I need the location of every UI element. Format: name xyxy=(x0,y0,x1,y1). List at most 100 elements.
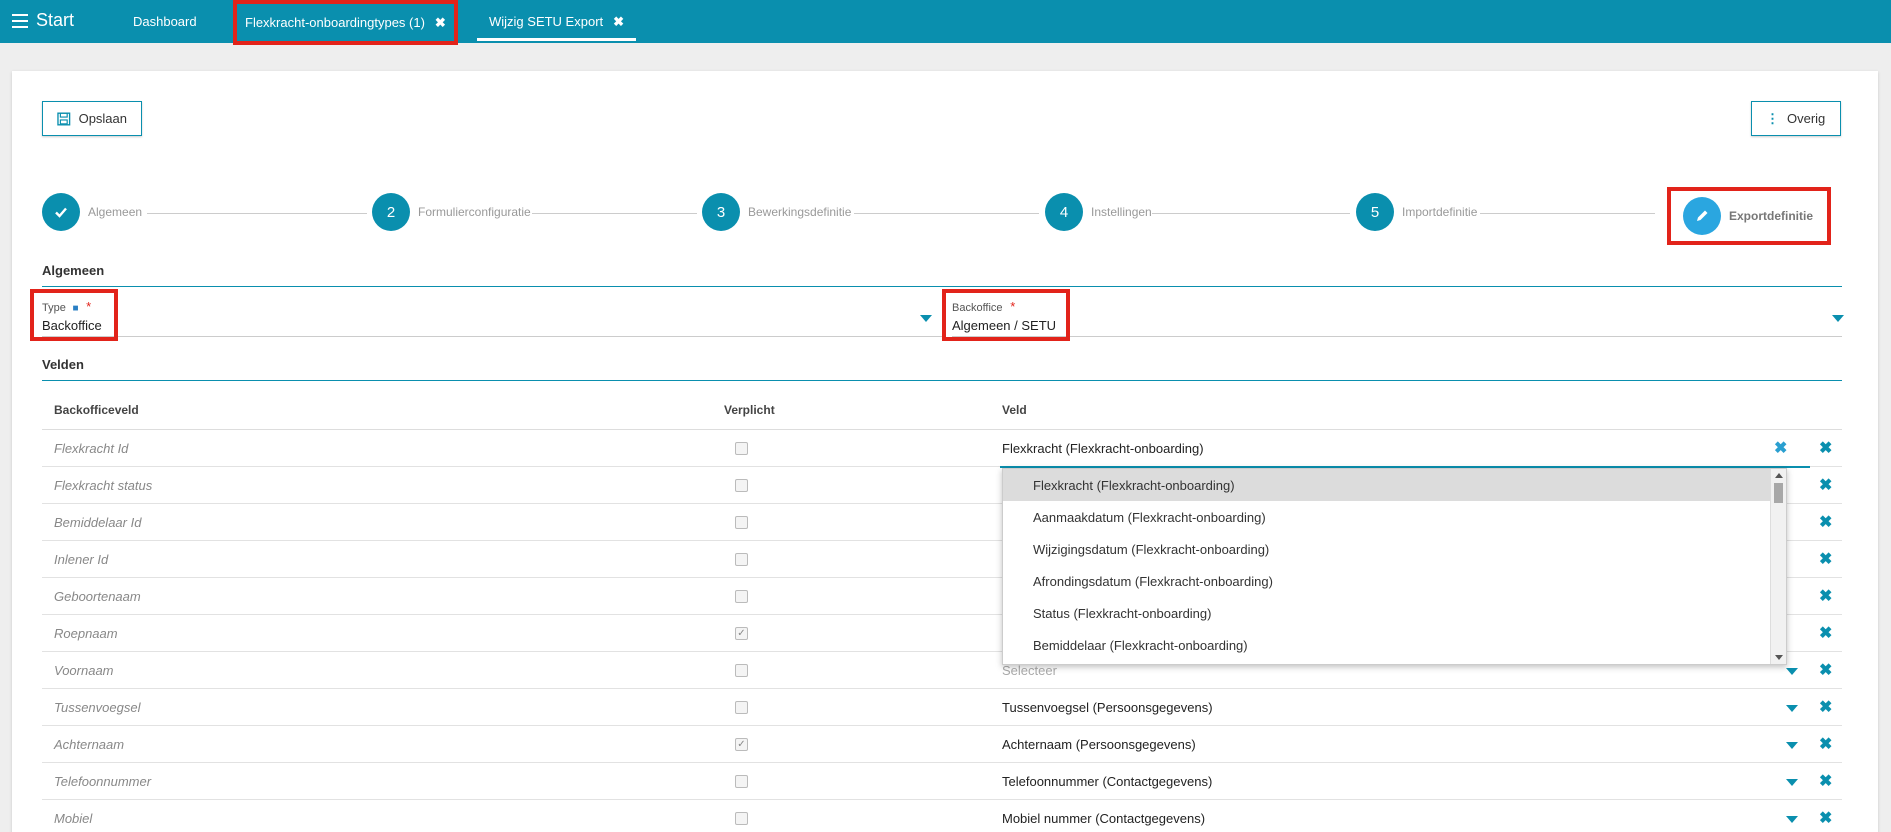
veld-placeholder[interactable]: Selecteer xyxy=(1002,663,1057,678)
chevron-down-icon[interactable] xyxy=(1786,816,1798,823)
tab-label: Flexkracht-onboardingtypes (1) xyxy=(245,15,425,30)
backofficeveld-cell: Geboortenaam xyxy=(54,589,141,604)
remove-row-icon[interactable]: ✖ xyxy=(1819,697,1832,717)
dropdown-option[interactable]: Aanmaakdatum (Flexkracht-onboarding) xyxy=(1003,501,1786,533)
chevron-down-icon[interactable] xyxy=(1786,779,1798,786)
close-tab-icon[interactable]: ✖ xyxy=(613,14,624,30)
backofficeveld-cell: Bemiddelaar Id xyxy=(54,515,142,530)
scroll-down-icon[interactable] xyxy=(1775,655,1783,660)
step-exportdefinitie[interactable]: Exportdefinitie xyxy=(1667,187,1832,245)
step-label: Importdefinitie xyxy=(1402,205,1478,219)
step-instellingen[interactable]: 4 Instellingen xyxy=(1045,193,1152,231)
backofficeveld-cell: Telefoonnummer xyxy=(54,774,152,789)
section-velden: Velden xyxy=(42,357,1842,381)
step-connector xyxy=(1480,213,1655,214)
step-connector xyxy=(147,213,367,214)
chevron-down-icon[interactable] xyxy=(1786,668,1798,675)
tab-flexkracht-onboardingtypes[interactable]: Flexkracht-onboardingtypes (1) ✖ xyxy=(233,0,458,45)
verplicht-checkbox[interactable] xyxy=(735,479,748,492)
column-backofficeveld: Backofficeveld xyxy=(54,403,139,417)
verplicht-checkbox[interactable] xyxy=(735,442,748,455)
remove-row-icon[interactable]: ✖ xyxy=(1819,623,1832,643)
dropdown-option[interactable]: Bemiddelaar (Flexkracht-onboarding) xyxy=(1003,629,1786,661)
scroll-thumb[interactable] xyxy=(1774,483,1783,503)
chevron-down-icon[interactable] xyxy=(1786,705,1798,712)
veld-value[interactable]: Telefoonnummer (Contactgegevens) xyxy=(1002,774,1212,789)
type-select[interactable]: Type ■ * Backoffice xyxy=(42,291,942,337)
section-algemeen: Algemeen xyxy=(42,263,1842,287)
verplicht-checkbox[interactable] xyxy=(735,553,748,566)
tab-wijzig-setu-export[interactable]: Wijzig SETU Export ✖ xyxy=(477,0,637,43)
pencil-icon xyxy=(1683,197,1721,235)
dropdown-scrollbar[interactable] xyxy=(1770,469,1786,664)
column-verplicht: Verplicht xyxy=(724,403,775,417)
verplicht-checkbox[interactable] xyxy=(735,590,748,603)
verplicht-checkbox-checked[interactable]: ✓ xyxy=(735,738,748,751)
step-number: 5 xyxy=(1356,193,1394,231)
close-tab-icon[interactable]: ✖ xyxy=(435,15,446,31)
highlight-box xyxy=(942,289,1070,341)
step-bewerkingsdefinitie[interactable]: 3 Bewerkingsdefinitie xyxy=(702,193,851,231)
more-button[interactable]: ⋮ Overig xyxy=(1751,101,1841,136)
check-icon xyxy=(42,193,80,231)
backofficeveld-cell: Inlener Id xyxy=(54,552,109,567)
table-row: Achternaam ✓ Achternaam (Persoonsgegeven… xyxy=(42,726,1842,763)
backofficeveld-cell: Mobiel xyxy=(54,811,93,826)
save-button[interactable]: Opslaan xyxy=(42,101,142,136)
table-row: Mobiel Mobiel nummer (Contactgegevens) ✖ xyxy=(42,800,1842,832)
chevron-down-icon[interactable] xyxy=(1832,315,1844,322)
veld-value: Flexkracht (Flexkracht-onboarding) xyxy=(1002,441,1204,456)
verplicht-checkbox[interactable] xyxy=(735,664,748,677)
remove-row-icon[interactable]: ✖ xyxy=(1819,586,1832,606)
dropdown-option[interactable]: Afrondingsdatum (Flexkracht-onboarding) xyxy=(1003,565,1786,597)
chevron-down-icon[interactable] xyxy=(1786,742,1798,749)
step-importdefinitie[interactable]: 5 Importdefinitie xyxy=(1356,193,1477,231)
verplicht-checkbox[interactable] xyxy=(735,812,748,825)
backofficeveld-cell: Achternaam xyxy=(54,737,125,752)
wizard-stepper: Algemeen 2 Formulierconfiguratie 3 Bewer… xyxy=(42,187,1842,245)
veld-value[interactable]: Mobiel nummer (Contactgegevens) xyxy=(1002,811,1205,826)
remove-row-icon[interactable]: ✖ xyxy=(1819,771,1832,791)
step-connector xyxy=(1152,213,1350,214)
verplicht-checkbox[interactable] xyxy=(735,701,748,714)
clear-icon[interactable]: ✖ xyxy=(1774,438,1787,458)
verplicht-checkbox[interactable] xyxy=(735,516,748,529)
remove-row-icon[interactable]: ✖ xyxy=(1819,475,1832,495)
step-connector xyxy=(854,213,1039,214)
remove-row-icon[interactable]: ✖ xyxy=(1819,549,1832,569)
remove-row-icon[interactable]: ✖ xyxy=(1819,808,1832,828)
start-menu[interactable]: Start xyxy=(12,10,74,31)
step-formulierconfiguratie[interactable]: 2 Formulierconfiguratie xyxy=(372,193,531,231)
dropdown-option[interactable]: Status (Flexkracht-onboarding) xyxy=(1003,597,1786,629)
remove-row-icon[interactable]: ✖ xyxy=(1819,660,1832,680)
remove-row-icon[interactable]: ✖ xyxy=(1819,734,1832,754)
step-number: 3 xyxy=(702,193,740,231)
tab-label: Dashboard xyxy=(133,14,197,29)
backoffice-select[interactable]: Backoffice * Algemeen / SETU xyxy=(952,291,1844,337)
scroll-up-icon[interactable] xyxy=(1775,473,1783,478)
veld-value[interactable]: Tussenvoegsel (Persoonsgegevens) xyxy=(1002,700,1213,715)
table-row: Flexkracht Id Flexkracht (Flexkracht-onb… xyxy=(42,430,1842,468)
step-algemeen[interactable]: Algemeen xyxy=(42,193,142,231)
backofficeveld-cell: Roepnaam xyxy=(54,626,118,641)
table-row: Telefoonnummer Telefoonnummer (Contactge… xyxy=(42,763,1842,800)
veld-dropdown-list: Flexkracht (Flexkracht-onboarding) Aanma… xyxy=(1002,468,1787,665)
highlight-box xyxy=(30,289,118,341)
main-card: Opslaan ⋮ Overig Algemeen 2 Formuliercon… xyxy=(12,71,1878,832)
step-label: Exportdefinitie xyxy=(1729,209,1814,223)
dropdown-option[interactable]: Flexkracht (Flexkracht-onboarding) xyxy=(1003,469,1786,501)
tab-dashboard[interactable]: Dashboard xyxy=(133,0,197,43)
hamburger-icon[interactable] xyxy=(12,13,28,28)
tab-label: Wijzig SETU Export xyxy=(489,14,604,29)
remove-row-icon[interactable]: ✖ xyxy=(1819,438,1832,458)
table-header: Backofficeveld Verplicht Veld xyxy=(42,391,1842,430)
dropdown-option[interactable]: Wijzigingsdatum (Flexkracht-onboarding) xyxy=(1003,533,1786,565)
verplicht-checkbox[interactable] xyxy=(735,775,748,788)
chevron-down-icon[interactable] xyxy=(920,315,932,322)
table-row: Tussenvoegsel Tussenvoegsel (Persoonsgeg… xyxy=(42,689,1842,726)
step-label: Formulierconfiguratie xyxy=(418,205,531,219)
verplicht-checkbox-checked[interactable]: ✓ xyxy=(735,627,748,640)
veld-value[interactable]: Achternaam (Persoonsgegevens) xyxy=(1002,737,1196,752)
remove-row-icon[interactable]: ✖ xyxy=(1819,512,1832,532)
step-label: Instellingen xyxy=(1091,205,1152,219)
